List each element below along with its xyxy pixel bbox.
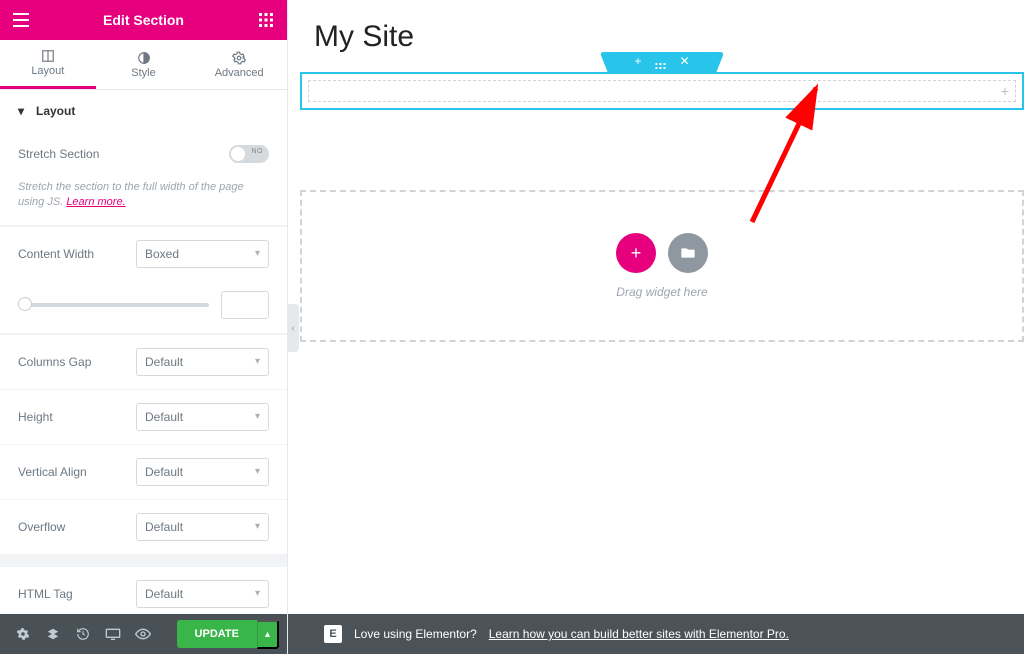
tab-layout-label: Layout bbox=[31, 65, 64, 77]
history-icon[interactable] bbox=[68, 614, 98, 654]
navigator-icon[interactable] bbox=[38, 614, 68, 654]
menu-button[interactable] bbox=[0, 0, 42, 40]
columns-gap-label: Columns Gap bbox=[18, 355, 136, 369]
stretch-helper-text: Stretch the section to the full width of… bbox=[0, 176, 287, 226]
column-dropzone[interactable]: + bbox=[308, 80, 1016, 102]
empty-section-dropzone[interactable]: + Drag widget here bbox=[300, 190, 1024, 342]
vertical-align-select[interactable]: Default bbox=[136, 458, 269, 486]
overflow-label: Overflow bbox=[18, 520, 136, 534]
content-width-label: Content Width bbox=[18, 247, 136, 261]
tab-layout[interactable]: Layout bbox=[0, 40, 96, 89]
stretch-section-label: Stretch Section bbox=[18, 147, 136, 161]
drag-section-icon[interactable] bbox=[655, 54, 665, 69]
add-column-icon[interactable]: + bbox=[1001, 83, 1009, 99]
preview-icon[interactable] bbox=[128, 614, 158, 654]
height-label: Height bbox=[18, 410, 136, 424]
html-tag-label: HTML Tag bbox=[18, 587, 136, 601]
widgets-grid-button[interactable] bbox=[245, 0, 287, 40]
overflow-select[interactable]: Default bbox=[136, 513, 269, 541]
update-options-button[interactable]: ▴ bbox=[257, 620, 279, 649]
delete-section-icon[interactable]: ✕ bbox=[679, 54, 689, 69]
elementor-badge-icon: E bbox=[324, 625, 342, 643]
add-section-icon[interactable]: + bbox=[634, 54, 641, 69]
group-layout-toggle[interactable]: ▾ Layout bbox=[0, 90, 287, 132]
learn-more-link[interactable]: Learn more. bbox=[66, 196, 125, 208]
settings-icon[interactable] bbox=[8, 614, 38, 654]
caret-down-icon: ▾ bbox=[18, 104, 28, 118]
html-tag-select[interactable]: Default bbox=[136, 580, 269, 608]
add-template-button[interactable] bbox=[668, 233, 708, 273]
separator bbox=[0, 554, 287, 566]
add-new-section-button[interactable]: + bbox=[616, 233, 656, 273]
panel-title: Edit Section bbox=[42, 12, 245, 28]
drop-hint-text: Drag widget here bbox=[616, 285, 707, 299]
content-width-slider[interactable] bbox=[18, 303, 209, 307]
update-button[interactable]: UPDATE bbox=[177, 620, 257, 648]
tab-advanced-label: Advanced bbox=[215, 67, 264, 79]
columns-gap-select[interactable]: Default bbox=[136, 348, 269, 376]
promo-bar: E Love using Elementor? Learn how you ca… bbox=[288, 614, 1024, 654]
content-width-value-input[interactable] bbox=[221, 291, 269, 319]
toggle-state-label: NO bbox=[252, 148, 264, 155]
content-width-select[interactable]: Boxed bbox=[136, 240, 269, 268]
tab-style[interactable]: Style bbox=[96, 40, 192, 89]
selected-section[interactable]: + ✕ + bbox=[300, 72, 1024, 110]
responsive-icon[interactable] bbox=[98, 614, 128, 654]
tab-advanced[interactable]: Advanced bbox=[191, 40, 287, 89]
vertical-align-label: Vertical Align bbox=[18, 465, 136, 479]
tab-style-label: Style bbox=[131, 67, 155, 79]
promo-link[interactable]: Learn how you can build better sites wit… bbox=[489, 627, 789, 641]
group-layout-label: Layout bbox=[36, 104, 75, 118]
stretch-section-toggle[interactable]: NO bbox=[229, 145, 269, 163]
height-select[interactable]: Default bbox=[136, 403, 269, 431]
promo-text: Love using Elementor? bbox=[354, 627, 477, 641]
